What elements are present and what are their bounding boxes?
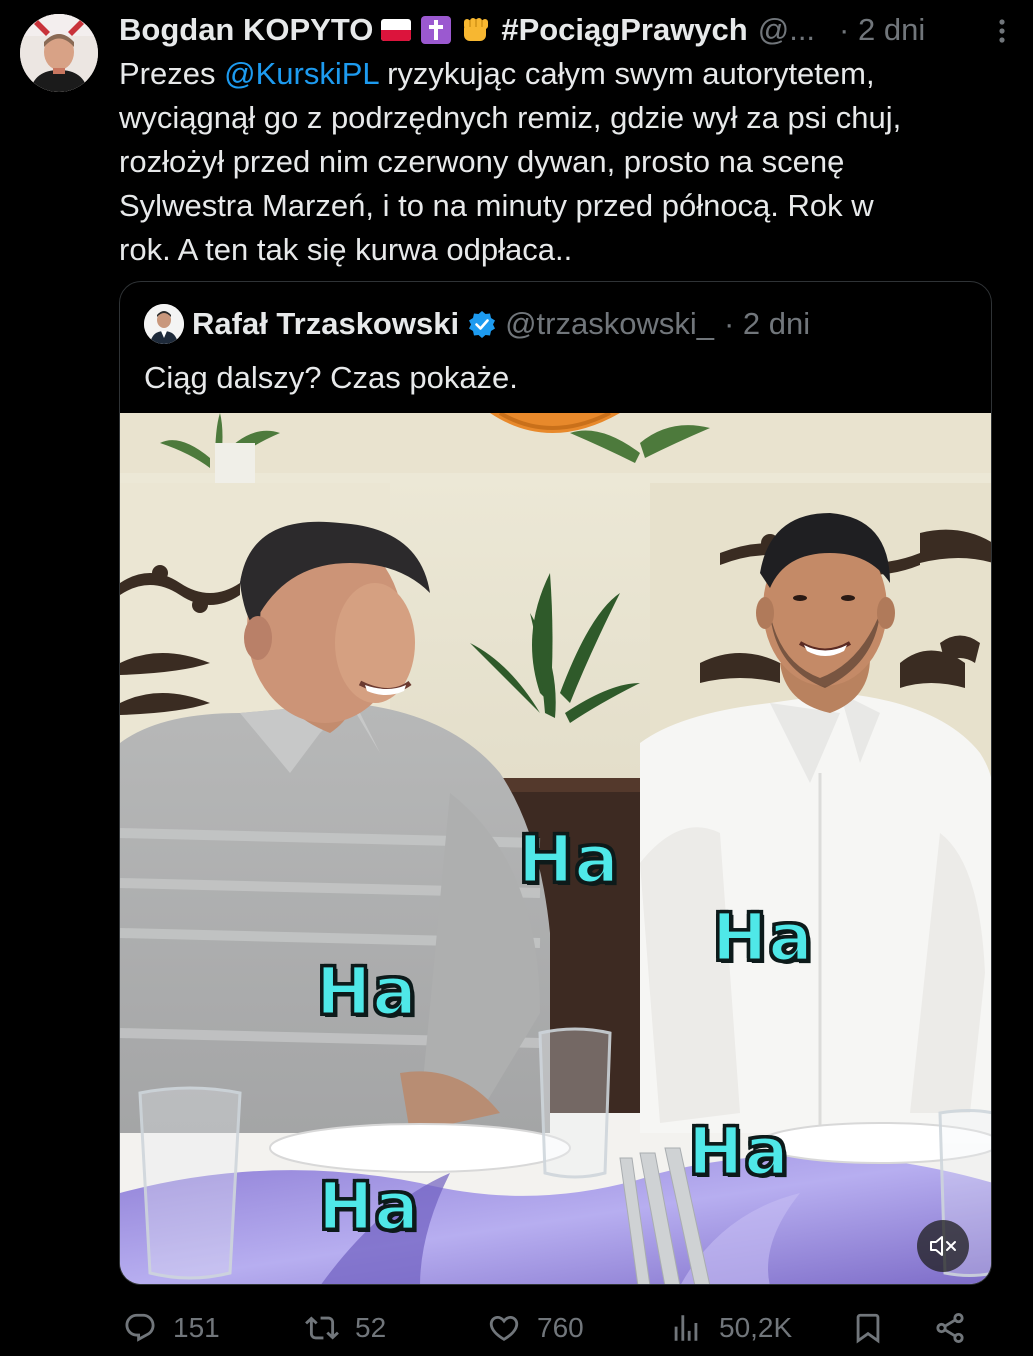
reply-button[interactable]: 151 bbox=[123, 1300, 220, 1356]
mention-link[interactable]: @KurskiPL bbox=[224, 56, 378, 91]
verified-badge-icon bbox=[469, 311, 496, 338]
tweet[interactable]: Bogdan KOPYTO #PociągPrawych @... · 2 dn… bbox=[0, 0, 1033, 1353]
author-handle[interactable]: @... bbox=[758, 12, 815, 48]
like-button[interactable]: 760 bbox=[487, 1300, 584, 1356]
tweet-text: Prezes @KurskiPL ryzykując całym swym au… bbox=[119, 52, 999, 272]
tweet-header: Bogdan KOPYTO #PociągPrawych @... · 2 dn… bbox=[119, 10, 1013, 50]
repost-count: 52 bbox=[355, 1312, 387, 1343]
quote-author-handle[interactable]: @trzaskowski_ bbox=[505, 306, 714, 342]
tweet-time[interactable]: · 2 dni bbox=[839, 12, 925, 48]
quote-header: Rafał Trzaskowski @trzaskowski_ · 2 dni bbox=[192, 302, 810, 346]
reply-icon bbox=[125, 1313, 155, 1342]
reply-count: 151 bbox=[173, 1312, 220, 1343]
repost-button[interactable]: 52 bbox=[305, 1300, 386, 1356]
tweet-text-line1-suffix: ryzykując całym swym autorytetem, bbox=[378, 56, 875, 91]
mute-icon[interactable] bbox=[917, 1220, 969, 1272]
video-caption-ha: Ha bbox=[315, 952, 419, 1032]
tweet-text-line1-prefix: Prezes bbox=[119, 56, 225, 91]
repost-icon bbox=[305, 1316, 339, 1340]
video-caption-ha: Ha bbox=[317, 1167, 421, 1247]
tweet-actions: 151 52 760 50,2K bbox=[119, 1300, 989, 1356]
tweet-text-line3: rozłożył przed nim czerwony dywan, prost… bbox=[119, 144, 845, 179]
author-display-hashtag[interactable]: #PociągPrawych bbox=[501, 12, 747, 48]
video-caption-ha: Ha bbox=[687, 1112, 791, 1192]
tweet-text-line2: wyciągnął go z podrzędnych remiz, gdzie … bbox=[119, 100, 902, 135]
flag-poland-icon bbox=[381, 19, 412, 41]
author-avatar[interactable] bbox=[20, 14, 98, 92]
share-icon bbox=[936, 1312, 964, 1344]
video-player[interactable]: Ha Ha Ha Ha Ha bbox=[120, 413, 991, 1284]
quote-time[interactable]: · 2 dni bbox=[724, 306, 810, 342]
bookmark-icon bbox=[856, 1313, 880, 1344]
like-count: 760 bbox=[537, 1312, 584, 1343]
author-name[interactable]: Bogdan KOPYTO bbox=[119, 12, 373, 48]
views-count: 50,2K bbox=[719, 1312, 793, 1343]
oncoming-fist-icon bbox=[464, 18, 489, 41]
bookmark-button[interactable] bbox=[851, 1300, 901, 1356]
share-button[interactable] bbox=[933, 1300, 983, 1356]
quote-author-avatar[interactable] bbox=[144, 304, 184, 344]
more-vertical-icon[interactable] bbox=[991, 14, 1013, 48]
heart-icon bbox=[489, 1315, 519, 1341]
tweet-text-line5: rok. A ten tak się kurwa odpłaca.. bbox=[119, 232, 573, 267]
video-caption-ha: Ha bbox=[517, 820, 621, 900]
video-caption-ha: Ha bbox=[711, 898, 815, 978]
views-button[interactable]: 50,2K bbox=[669, 1300, 792, 1356]
latin-cross-icon bbox=[421, 16, 452, 44]
views-icon bbox=[674, 1315, 698, 1341]
quote-text: Ciąg dalszy? Czas pokaże. bbox=[144, 360, 518, 395]
quoted-tweet[interactable]: Rafał Trzaskowski @trzaskowski_ · 2 dni … bbox=[119, 281, 992, 1285]
quote-author-name[interactable]: Rafał Trzaskowski bbox=[192, 306, 459, 342]
tweet-text-line4: Sylwestra Marzeń, i to na minuty przed p… bbox=[119, 188, 874, 223]
